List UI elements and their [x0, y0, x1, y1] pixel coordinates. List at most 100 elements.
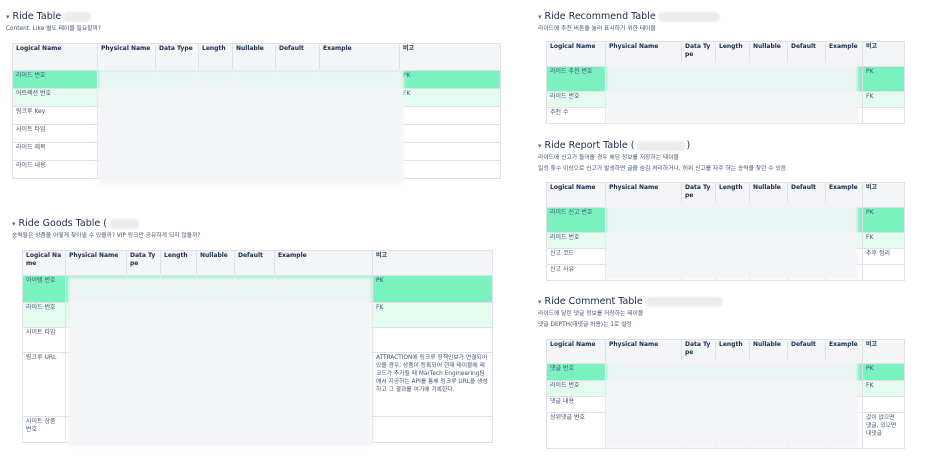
- logical-name-cell: 댓글 내용: [546, 396, 606, 413]
- col-header: Length: [198, 43, 233, 71]
- logical-name-cell: 사이트 타입: [22, 327, 66, 353]
- col-header: Physical Name: [605, 41, 682, 67]
- redacted-title: [63, 11, 92, 22]
- col-header: Example: [319, 43, 400, 71]
- logical-name-cell: 신고 코드: [546, 248, 606, 265]
- logical-name-cell: 링크루 URL: [22, 352, 66, 417]
- col-header: Physical Name: [605, 339, 682, 364]
- chevron-down-icon[interactable]: ▾: [538, 13, 542, 21]
- col-header: 비고: [372, 250, 493, 276]
- logical-name-cell: 라이드 번호: [12, 70, 98, 89]
- col-header: Data Type: [681, 41, 716, 67]
- table-row: 라이드 제목: [12, 142, 501, 161]
- redacted-title: [657, 11, 720, 22]
- chevron-down-icon[interactable]: ▾: [12, 220, 16, 228]
- col-header: Nullable: [749, 339, 788, 364]
- recommend-table-heading[interactable]: ▾ Ride Recommend Table: [538, 10, 918, 23]
- logical-name-cell: 라이드 신고 번호: [546, 207, 606, 233]
- report-table: Logical Name Physical Name Data Type Len…: [546, 182, 905, 281]
- col-header: Nullable: [196, 250, 235, 276]
- col-header: Default: [787, 182, 826, 208]
- ride-table-heading[interactable]: ▾ Ride Table: [6, 10, 500, 23]
- report-table-desc: 일정 횟수 이상으로 신고가 발생하면 글을 숨김 처리하거나, 허위 신고를 …: [538, 166, 787, 172]
- remark-cell: FK: [372, 302, 493, 328]
- recommend-table: Logical Name Physical Name Data Type Len…: [546, 41, 905, 124]
- col-header: Default: [234, 250, 275, 276]
- remark-cell: 값이 없으면 댓글, 있으면 대댓글: [862, 412, 905, 449]
- goods-table: Logical Name Physical Name Data Type Len…: [22, 250, 493, 443]
- table-row: 신고 코드 추후 정리: [546, 248, 905, 265]
- table-row: 아이템 번호 PK: [22, 275, 493, 303]
- remark-cell: PK: [372, 275, 493, 303]
- col-header: Example: [825, 182, 863, 208]
- col-header: Example: [825, 41, 863, 67]
- table-row: 라이드 내용: [12, 160, 501, 179]
- report-table-desc: 라이드에 신고가 들어올 경우 해당 정보를 저장하는 테이블: [538, 155, 679, 161]
- col-header: Logical Name: [546, 182, 606, 208]
- col-header: Length: [715, 182, 750, 208]
- chevron-down-icon[interactable]: ▾: [538, 142, 542, 150]
- table-row: 라이드 추천 번호 PK: [546, 66, 905, 92]
- col-header: Default: [275, 43, 320, 71]
- remark-cell: PK: [862, 363, 905, 381]
- col-header: 비고: [862, 339, 905, 364]
- logical-name-cell: 라이드 추천 번호: [546, 66, 606, 92]
- table-row: 댓글 내용: [546, 396, 905, 413]
- col-header: Nullable: [749, 41, 788, 67]
- remark-cell: PK: [862, 66, 905, 92]
- col-header: Length: [715, 339, 750, 364]
- table-header-row: Logical Name Physical Name Data Type Len…: [22, 250, 493, 276]
- table-row: 신고 사유: [546, 264, 905, 281]
- col-header: Nullable: [232, 43, 276, 71]
- remark-cell: [399, 160, 501, 179]
- remark-cell: [862, 396, 905, 413]
- col-header: Example: [825, 339, 863, 364]
- col-header: Default: [787, 339, 826, 364]
- report-table-section: ▾ Ride Report Table ( ) 라이드에 신고가 들어올 경우 …: [538, 139, 918, 174]
- logical-name-cell: 사이트 타입: [12, 124, 98, 143]
- table-row: 라이드 번호 FK: [546, 380, 905, 397]
- redacted-title: [636, 140, 687, 151]
- remark-cell: PK: [862, 207, 905, 233]
- table-header-row: Logical Name Physical Name Data Type Len…: [546, 339, 905, 364]
- ride-table-desc: Content. Like 별도 테이블 필요할까?: [6, 26, 101, 32]
- col-header: Example: [274, 250, 373, 276]
- col-header: Physical Name: [605, 182, 682, 208]
- table-row: 라이드 번호 FK: [546, 232, 905, 249]
- col-header: Length: [715, 41, 750, 67]
- table-header-row: Logical Name Physical Name Data Type Len…: [12, 43, 501, 71]
- table-row: 라이드 신고 번호 PK: [546, 207, 905, 233]
- chevron-down-icon[interactable]: ▾: [538, 298, 542, 306]
- ride-table-section: ▾ Ride Table Content. Like 별도 테이블 필요할까?: [6, 10, 500, 34]
- table-row: 링크루 URL ATTRACTION에 링크루 정책인보가 연결되어 있을 경우,…: [22, 352, 493, 417]
- logical-name-cell: 댓글 번호: [546, 363, 606, 381]
- remark-cell: [372, 416, 493, 443]
- recommend-table-section: ▾ Ride Recommend Table 라이드에 추천 버튼을 눌러 표시…: [538, 10, 918, 34]
- remark-cell: [399, 142, 501, 161]
- col-header: Logical Name: [12, 43, 98, 71]
- table-row: 라이드 번호 PK: [12, 70, 501, 89]
- table-row: 상위댓글 번호 값이 없으면 댓글, 있으면 대댓글: [546, 412, 905, 449]
- report-table-heading[interactable]: ▾ Ride Report Table ( ): [538, 139, 918, 152]
- logical-name-cell: 상위댓글 번호: [546, 412, 606, 449]
- remark-cell: [862, 107, 905, 124]
- remark-cell: FK: [862, 380, 905, 397]
- recommend-table-title: Ride Recommend Table: [544, 11, 656, 22]
- col-header: 비고: [862, 182, 905, 208]
- col-header: Length: [160, 250, 197, 276]
- remark-cell: 추후 정리: [862, 248, 905, 265]
- comment-table-desc: 댓글 DEPTH(대댓글 허용)는 1로 설정: [538, 322, 632, 328]
- goods-table-heading[interactable]: ▾ Ride Goods Table (: [12, 217, 502, 230]
- logical-name-cell: 신고 사유: [546, 264, 606, 281]
- goods-table-section: ▾ Ride Goods Table ( 숭력들은 상품을 어떻게 찾아낼 수 …: [12, 217, 502, 241]
- table-row: 추천 수: [546, 107, 905, 124]
- comment-table-title: Ride Comment Table: [544, 296, 643, 307]
- col-header: Data Type: [681, 339, 716, 364]
- chevron-down-icon[interactable]: ▾: [6, 13, 10, 21]
- col-header: Data Type: [681, 182, 716, 208]
- logical-name-cell: 추천 수: [546, 107, 606, 124]
- remark-cell: [399, 124, 501, 143]
- remark-cell: [372, 327, 493, 353]
- comment-table-heading[interactable]: ▾ Ride Comment Table: [538, 295, 918, 308]
- table-row: 라이드 번호 FK: [546, 91, 905, 108]
